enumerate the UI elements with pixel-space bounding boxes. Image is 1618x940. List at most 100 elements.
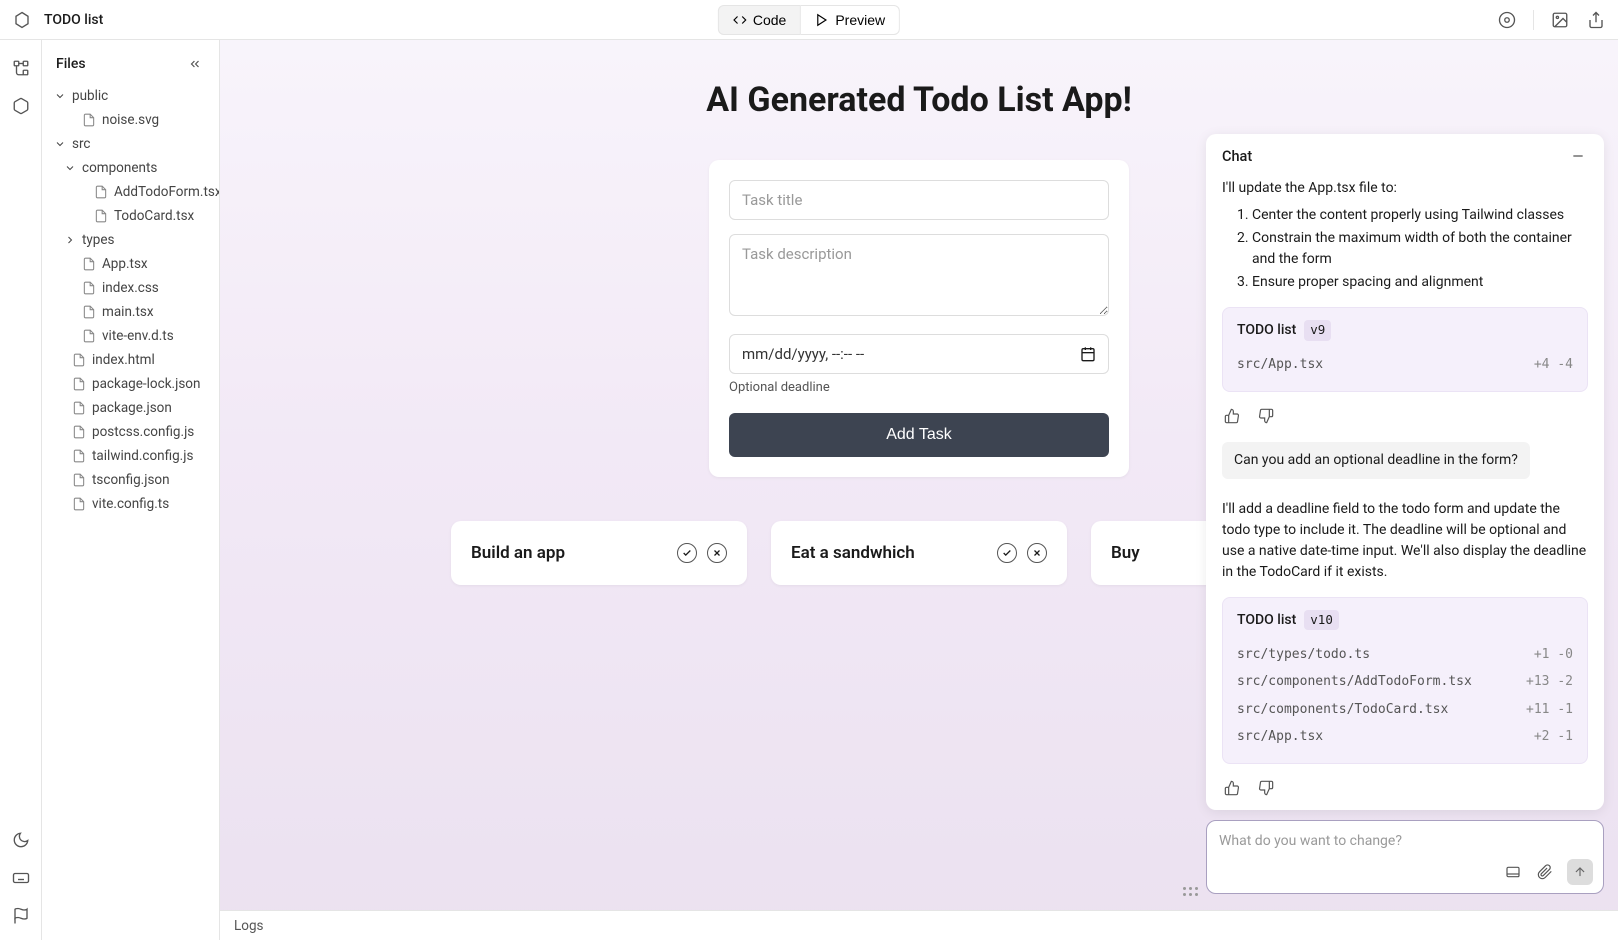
keyboard-icon[interactable] (11, 868, 31, 888)
file-item[interactable]: vite-env.d.ts (48, 324, 213, 348)
feedback-row (1222, 402, 1588, 426)
divider (1533, 10, 1534, 30)
file-item[interactable]: index.css (48, 276, 213, 300)
complete-todo-icon[interactable] (677, 543, 697, 563)
play-icon (815, 13, 829, 27)
assistant-message-2: I'll add a deadline field to the todo fo… (1222, 499, 1588, 583)
feedback-row (1222, 774, 1588, 798)
main-area: AI Generated Todo List App! mm/dd/yyyy, … (220, 40, 1618, 940)
thumbs-down-icon[interactable] (1256, 778, 1276, 798)
version-badge: v10 (1304, 610, 1339, 631)
date-placeholder: mm/dd/yyyy, --:-- -- (742, 345, 864, 363)
task-title-input[interactable] (729, 180, 1109, 220)
todo-card: Eat a sandwhich (771, 521, 1067, 585)
code-tab-label: Code (753, 12, 786, 28)
todo-title: Eat a sandwhich (791, 543, 915, 563)
complete-todo-icon[interactable] (997, 543, 1017, 563)
code-icon (733, 13, 747, 27)
left-rail (0, 40, 42, 940)
topbar: TODO list Code Preview (0, 0, 1618, 40)
task-description-input[interactable] (729, 234, 1109, 316)
topbar-right (1497, 10, 1606, 30)
version-file-row: src/types/todo.ts+1 -0 (1237, 641, 1573, 669)
delete-todo-icon[interactable] (707, 543, 727, 563)
calendar-icon (1080, 346, 1096, 362)
file-tree: publicnoise.svgsrccomponentsAddTodoForm.… (42, 84, 219, 940)
flag-icon[interactable] (11, 906, 31, 926)
chat-title: Chat (1222, 148, 1252, 165)
collapse-sidebar-icon[interactable] (185, 54, 205, 74)
version-file-row: src/components/AddTodoForm.tsx+13 -2 (1237, 668, 1573, 696)
tree-icon[interactable] (11, 58, 31, 78)
preview-tab[interactable]: Preview (801, 5, 900, 35)
file-item[interactable]: tailwind.config.js (48, 444, 213, 468)
chat-input[interactable] (1217, 829, 1593, 853)
add-todo-form: mm/dd/yyyy, --:-- -- Optional deadline A… (709, 160, 1129, 477)
app-title: AI Generated Todo List App! (250, 80, 1588, 120)
files-sidebar: Files publicnoise.svgsrccomponentsAddTod… (42, 40, 220, 940)
folder-item[interactable]: types (48, 228, 213, 252)
theme-icon[interactable] (11, 830, 31, 850)
version-card-v9[interactable]: TODO list v9 src/App.tsx+4 -4 (1222, 307, 1588, 392)
thumbs-up-icon[interactable] (1222, 778, 1242, 798)
attach-icon[interactable] (1535, 862, 1555, 882)
minimize-chat-icon[interactable] (1568, 146, 1588, 166)
todo-title: Build an app (471, 543, 565, 563)
delete-todo-icon[interactable] (1027, 543, 1047, 563)
send-button[interactable] (1567, 859, 1593, 885)
thumbs-up-icon[interactable] (1222, 406, 1242, 426)
task-deadline-input[interactable]: mm/dd/yyyy, --:-- -- (729, 334, 1109, 374)
file-item[interactable]: index.html (48, 348, 213, 372)
chat-scroll[interactable]: I'll update the App.tsx file to: Center … (1206, 178, 1604, 810)
assistant-message: I'll update the App.tsx file to: Center … (1222, 178, 1588, 293)
version-card-v10[interactable]: TODO list v10 src/types/todo.ts+1 -0src/… (1222, 597, 1588, 764)
file-item[interactable]: package-lock.json (48, 372, 213, 396)
drag-handle[interactable] (1183, 887, 1198, 896)
file-item[interactable]: vite.config.ts (48, 492, 213, 516)
project-title: TODO list (44, 12, 103, 28)
chat-panel: Chat I'll update the App.tsx file to: Ce… (1206, 134, 1604, 894)
share-icon[interactable] (1586, 10, 1606, 30)
add-task-button[interactable]: Add Task (729, 413, 1109, 457)
thumbs-down-icon[interactable] (1256, 406, 1276, 426)
file-item[interactable]: main.tsx (48, 300, 213, 324)
file-item[interactable]: package.json (48, 396, 213, 420)
optional-deadline-label: Optional deadline (729, 380, 1109, 395)
chat-input-container (1206, 820, 1604, 894)
todo-card: Build an app (451, 521, 747, 585)
view-tabs: Code Preview (718, 5, 900, 35)
image-icon[interactable] (1550, 10, 1570, 30)
file-item[interactable]: TodoCard.tsx (48, 204, 213, 228)
file-item[interactable]: postcss.config.js (48, 420, 213, 444)
files-title: Files (56, 56, 86, 72)
package-icon[interactable] (11, 96, 31, 116)
logo-icon[interactable] (12, 10, 32, 30)
todo-title: Buy (1111, 543, 1140, 563)
help-icon[interactable] (1497, 10, 1517, 30)
topbar-left: TODO list (12, 10, 103, 30)
list-item: Constrain the maximum width of both the … (1252, 228, 1588, 270)
folder-item[interactable]: components (48, 156, 213, 180)
version-file-row: src/components/TodoCard.tsx+11 -1 (1237, 696, 1573, 724)
version-file-row: src/App.tsx+2 -1 (1237, 723, 1573, 751)
file-item[interactable]: noise.svg (48, 108, 213, 132)
logs-bar[interactable]: Logs (220, 910, 1618, 940)
code-tab[interactable]: Code (718, 5, 801, 35)
folder-item[interactable]: src (48, 132, 213, 156)
file-item[interactable]: tsconfig.json (48, 468, 213, 492)
folder-item[interactable]: public (48, 84, 213, 108)
user-message: Can you add an optional deadline in the … (1222, 442, 1530, 479)
chat-box: Chat I'll update the App.tsx file to: Ce… (1206, 134, 1604, 810)
msg1-intro: I'll update the App.tsx file to: (1222, 180, 1397, 196)
logs-label: Logs (234, 918, 264, 934)
version-title: TODO list (1237, 610, 1296, 631)
list-item: Center the content properly using Tailwi… (1252, 205, 1588, 226)
version-badge: v9 (1304, 320, 1331, 341)
version-title: TODO list (1237, 320, 1296, 341)
list-item: Ensure proper spacing and alignment (1252, 272, 1588, 293)
body: Files publicnoise.svgsrccomponentsAddTod… (0, 40, 1618, 940)
preview-tab-label: Preview (835, 12, 885, 28)
file-item[interactable]: AddTodoForm.tsx (48, 180, 213, 204)
card-icon[interactable] (1503, 862, 1523, 882)
file-item[interactable]: App.tsx (48, 252, 213, 276)
